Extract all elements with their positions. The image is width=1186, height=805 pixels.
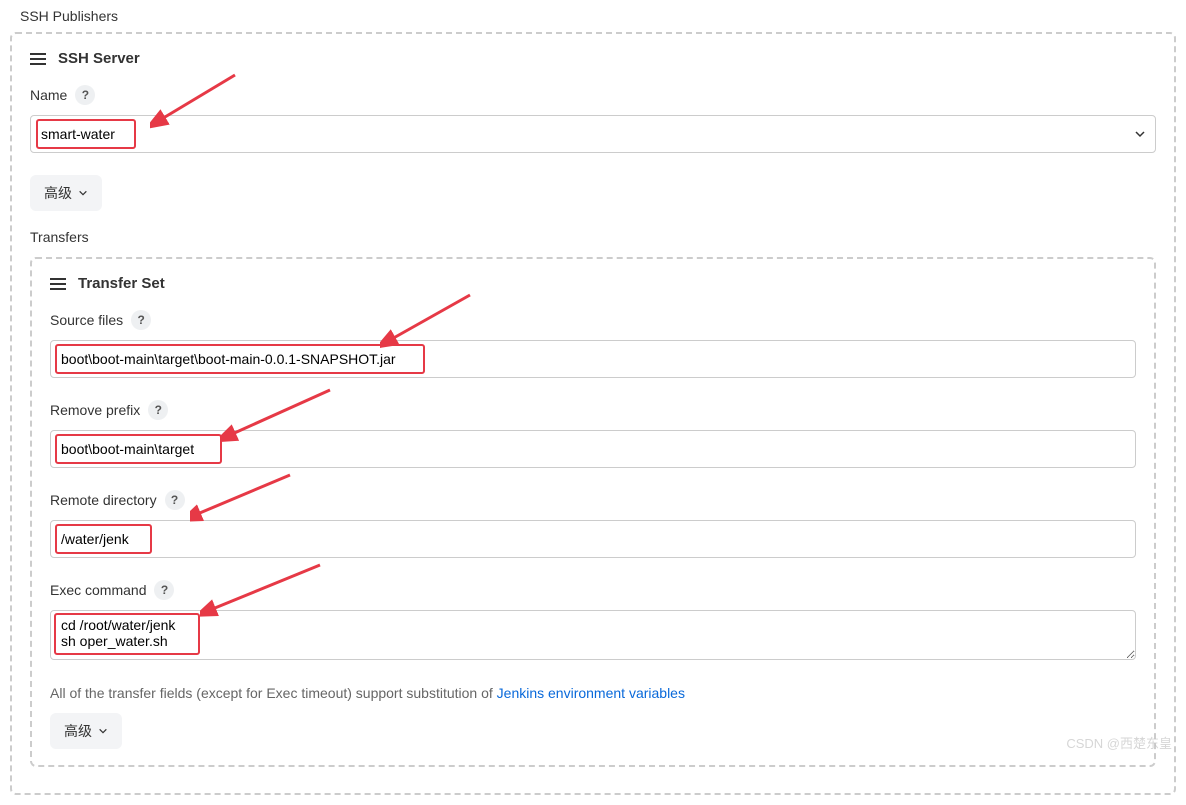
- transfer-set-panel: Transfer Set Source files ? Remove prefi…: [30, 257, 1156, 767]
- chevron-down-icon: [78, 188, 88, 198]
- exec-cmd-label: Exec command: [50, 582, 146, 598]
- help-icon[interactable]: ?: [148, 400, 168, 420]
- watermark: CSDN @西楚东皇: [1066, 733, 1172, 752]
- advanced-button[interactable]: 高级: [30, 175, 102, 211]
- help-icon[interactable]: ?: [75, 85, 95, 105]
- drag-handle-icon[interactable]: [50, 278, 66, 290]
- transfers-label: Transfers: [30, 229, 1156, 245]
- remove-prefix-input[interactable]: [50, 430, 1136, 468]
- advanced-button[interactable]: 高级: [50, 713, 122, 749]
- ssh-server-title: SSH Server: [58, 50, 140, 67]
- transfer-set-header: Transfer Set: [50, 275, 1136, 292]
- remote-dir-label: Remote directory: [50, 492, 157, 508]
- remove-prefix-label: Remove prefix: [50, 402, 140, 418]
- name-label: Name: [30, 87, 67, 103]
- advanced-label: 高级: [64, 721, 92, 741]
- name-select[interactable]: smart-water: [30, 115, 1156, 153]
- exec-cmd-textarea[interactable]: [50, 610, 1136, 660]
- transfer-set-title: Transfer Set: [78, 275, 165, 292]
- ssh-server-header: SSH Server: [30, 50, 1156, 67]
- source-files-label: Source files: [50, 312, 123, 328]
- ssh-server-panel: SSH Server Name ? smart-water 高级 Transfe…: [10, 32, 1176, 795]
- advanced-label: 高级: [44, 183, 72, 203]
- help-icon[interactable]: ?: [154, 580, 174, 600]
- chevron-down-icon: [98, 726, 108, 736]
- page-section-title: SSH Publishers: [20, 8, 1176, 24]
- env-vars-link[interactable]: Jenkins environment variables: [497, 685, 685, 701]
- drag-handle-icon[interactable]: [30, 53, 46, 65]
- remote-dir-input[interactable]: [50, 520, 1136, 558]
- help-icon[interactable]: ?: [165, 490, 185, 510]
- source-files-input[interactable]: [50, 340, 1136, 378]
- helper-text: All of the transfer fields (except for E…: [50, 685, 1136, 701]
- help-icon[interactable]: ?: [131, 310, 151, 330]
